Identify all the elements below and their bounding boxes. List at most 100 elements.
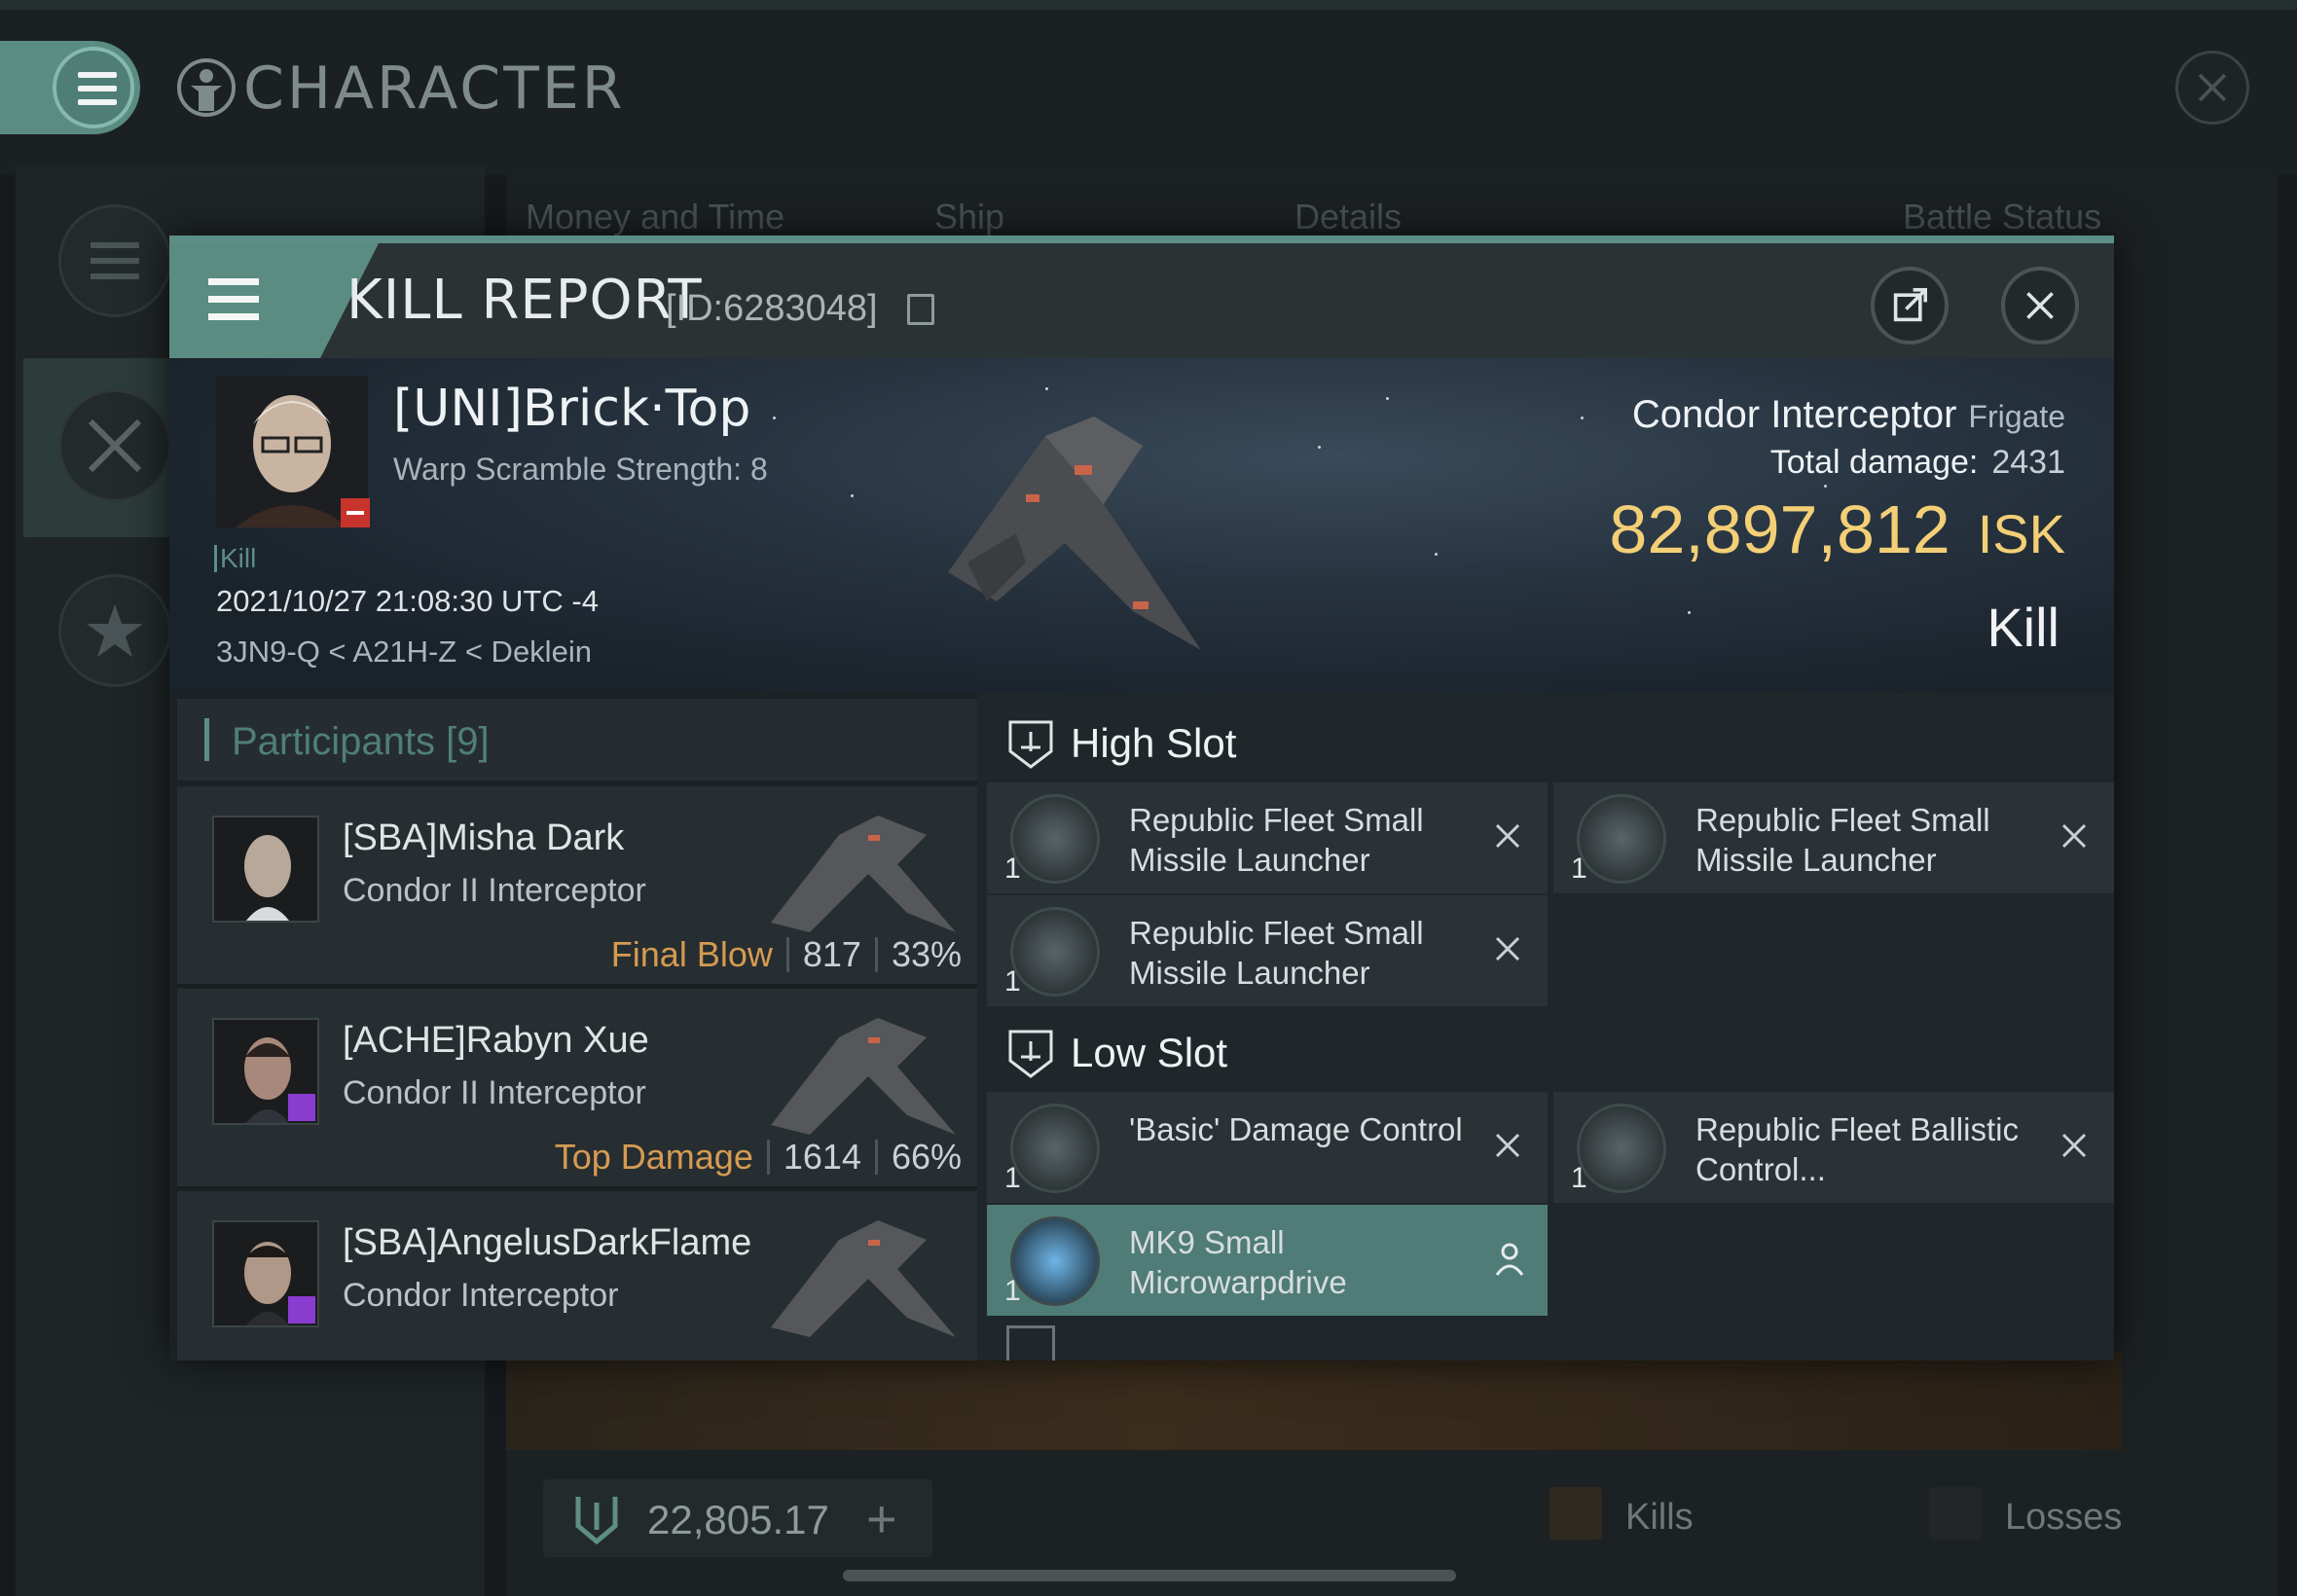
hamburger-icon (53, 47, 134, 128)
close-icon[interactable] (2001, 267, 2079, 345)
high-slot-header: High Slot (997, 699, 2106, 786)
total-damage-value: 2431 (1991, 444, 2065, 481)
participant-stats: Top Damage 1614 66% (555, 1137, 962, 1178)
add-isk-button[interactable]: + (866, 1489, 897, 1549)
tab-ship[interactable]: Ship (934, 197, 1004, 237)
victim-name[interactable]: [UNI]Brick·Top (393, 380, 750, 438)
participant-avatar (212, 1018, 319, 1125)
copy-icon[interactable] (907, 294, 934, 325)
participant-ship: Condor II Interceptor (343, 872, 646, 909)
low-slot-title: Low Slot (1071, 1030, 1228, 1075)
participant-ship: Condor Interceptor (343, 1277, 619, 1314)
star-badge-icon[interactable] (58, 574, 171, 687)
isk-value: 82,897,812 ISK (1609, 490, 2065, 568)
high-slot-icon (1008, 720, 1053, 769)
top-damage-label: Top Damage (554, 1137, 753, 1177)
result-label: Kill (1987, 597, 2060, 658)
module-name: Republic Fleet Ballistic Control... (1695, 1111, 2019, 1187)
module-item[interactable]: 1 'Basic' Damage Control (987, 1092, 1548, 1203)
participants-header[interactable]: Participants [9] (177, 699, 977, 780)
module-item[interactable]: 1 Republic Fleet Small Missile Launcher (987, 782, 1548, 893)
tab-battle-status[interactable]: Battle Status (1903, 197, 2101, 237)
module-quantity: 1 (1004, 1162, 1021, 1194)
module-item[interactable]: 1 Republic Fleet Small Missile Launcher (1553, 782, 2114, 893)
module-name: 'Basic' Damage Control (1129, 1111, 1463, 1147)
module-item[interactable]: 1 Republic Fleet Small Missile Launcher (987, 895, 1548, 1006)
participant-ship: Condor II Interceptor (343, 1074, 646, 1111)
participant-ship-image (771, 816, 956, 932)
tab-details[interactable]: Details (1294, 197, 1402, 237)
standing-badge (341, 498, 370, 527)
modal-menu-button[interactable] (169, 243, 320, 358)
kill-datetime: 2021/10/27 21:08:30 UTC -4 (216, 584, 599, 618)
list-icon[interactable] (58, 204, 171, 317)
home-indicator[interactable] (843, 1570, 1456, 1581)
low-slot-header: Low Slot (997, 1008, 2106, 1096)
module-item[interactable]: 1 Republic Fleet Ballistic Control... (1553, 1092, 2114, 1203)
participant-name: [SBA]Misha Dark (343, 817, 625, 858)
destroyed-x-icon (1495, 823, 1520, 849)
missile-launcher-icon (1010, 907, 1100, 997)
kills-label[interactable]: Kills (1625, 1497, 1694, 1539)
ship-class: Frigate (1968, 399, 2065, 434)
character-icon (177, 58, 236, 117)
modal-title: KILL REPORT (346, 269, 703, 332)
kill-location[interactable]: 3JN9-Q < A21H-Z < Deklein (216, 635, 592, 670)
damage-control-icon (1010, 1104, 1100, 1193)
kill-report-modal: KILL REPORT [ID:6283048] [UNI]Brick·Top … (169, 236, 2114, 1360)
kill-id: [ID:6283048] (666, 288, 878, 329)
modal-header: KILL REPORT [ID:6283048] (169, 243, 2114, 358)
modal-accent-line (169, 236, 2114, 243)
destroyed-x-icon (1495, 1133, 1520, 1158)
destroyed-x-icon (2061, 823, 2087, 849)
participant-row[interactable]: [SBA]AngelusDarkFlame Condor Interceptor (177, 1191, 977, 1360)
tab-money-and-time[interactable]: Money and Time (526, 197, 784, 237)
hamburger-icon (208, 278, 259, 285)
participant-row[interactable]: [ACHE]Rabyn Xue Condor II Interceptor To… (177, 989, 977, 1189)
participant-ship-image (771, 1018, 956, 1135)
victim-ship-image (948, 417, 1201, 650)
main-menu-button[interactable] (0, 41, 140, 134)
destroyed-x-icon (1495, 936, 1520, 961)
module-name: Republic Fleet Small Missile Launcher (1129, 915, 1424, 991)
corp-badge (288, 1094, 315, 1121)
isk-amount: 82,897,812 (1609, 491, 1951, 567)
participant-name: [ACHE]Rabyn Xue (343, 1020, 649, 1061)
microwarpdrive-icon (1010, 1216, 1100, 1306)
victim-ship[interactable]: Condor Interceptor Frigate (1632, 393, 2065, 437)
participant-stats: Final Blow 817 33% (611, 934, 962, 975)
dropped-person-icon (1495, 1243, 1524, 1276)
page-title: CHARACTER (243, 54, 626, 123)
module-name: Republic Fleet Small Missile Launcher (1695, 802, 1990, 878)
high-slot-title: High Slot (1071, 720, 1237, 766)
isk-icon (575, 1497, 618, 1545)
close-icon[interactable] (2175, 51, 2249, 125)
warp-scramble-strength: Warp Scramble Strength: 8 (393, 452, 768, 487)
participants-title: Participants [9] (232, 720, 490, 763)
losses-label[interactable]: Losses (2005, 1497, 2122, 1539)
module-quantity: 1 (1004, 1275, 1021, 1307)
participant-damage: 817 (802, 934, 861, 974)
module-name: Republic Fleet Small Missile Launcher (1129, 802, 1424, 878)
module-quantity: 1 (1571, 1162, 1587, 1194)
destroyed-x-icon (2061, 1133, 2087, 1158)
ship-banner-image (506, 1353, 2122, 1450)
module-item-selected[interactable]: 1 MK9 Small Microwarpdrive (987, 1205, 1548, 1316)
module-quantity: 1 (1004, 852, 1021, 885)
participant-avatar (212, 1220, 319, 1327)
report-type-tag: Kill (213, 543, 257, 573)
share-icon[interactable] (1871, 267, 1949, 345)
crossed-swords-icon[interactable] (58, 389, 171, 502)
participant-avatar (212, 816, 319, 923)
mid-slot-icon (1006, 1325, 1055, 1360)
module-quantity: 1 (1571, 852, 1587, 885)
final-blow-label: Final Blow (610, 934, 773, 974)
participant-percent: 66% (891, 1137, 962, 1177)
ship-name: Condor Interceptor (1631, 393, 1957, 436)
participant-row[interactable]: [SBA]Misha Dark Condor II Interceptor Fi… (177, 786, 977, 987)
participant-percent: 33% (891, 934, 962, 974)
bottom-stats-row: 22,805.17 + Kills Losses (506, 1450, 2278, 1567)
participant-ship-image (771, 1220, 956, 1337)
top-status-strip (0, 0, 2297, 10)
low-slot-icon (1008, 1030, 1053, 1078)
